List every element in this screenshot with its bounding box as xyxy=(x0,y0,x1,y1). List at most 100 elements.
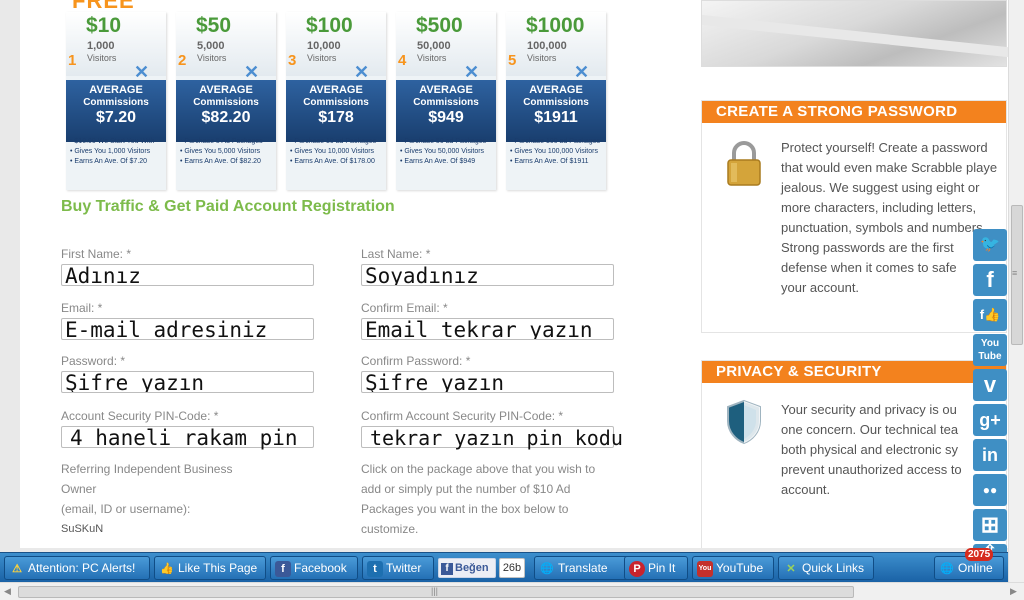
scroll-grip-icon: ≡ xyxy=(1012,268,1018,278)
package-card[interactable]: $100 3 10,000 Visitors ✕ AVERAGE Commissions $1… xyxy=(286,12,386,190)
linkedin-icon[interactable]: in xyxy=(973,439,1007,471)
package-commission-box: AVERAGE Commissions $82.20 xyxy=(176,80,276,142)
password-panel-line: jealous. We suggest using eight or xyxy=(781,180,980,195)
package-card[interactable]: $10 1 1,000 Visitors ✕ AVERAGE Commissions $7.2… xyxy=(66,12,166,190)
like-this-page-label: Like This Page xyxy=(178,561,258,575)
first-name-value: Adınız xyxy=(65,264,141,286)
package-amount: $82.20 xyxy=(201,109,251,126)
confirm-pin-field[interactable]: tekrar yazın pin kodu xyxy=(361,426,623,450)
package-number: 3 xyxy=(288,52,297,69)
youtube-icon[interactable]: You Tube xyxy=(973,334,1007,366)
package-average: AVERAGE xyxy=(199,84,253,96)
padlock-icon xyxy=(727,141,761,186)
windows-icon[interactable]: ⊞ xyxy=(973,509,1007,541)
confirm-password-label: Confirm Password: * xyxy=(361,354,471,368)
package-visitors: 50,000 xyxy=(417,40,451,52)
password-value: Şifre yazın xyxy=(65,371,205,393)
package-visitors-label: Visitors xyxy=(87,53,117,63)
package-card[interactable]: $1000 5 100,000 Visitors ✕ AVERAGE Commissions… xyxy=(506,12,606,190)
package-detail-line: Purchase 10 ad Packages xyxy=(290,137,386,147)
package-detail-line: Gives You 1,000 Visitors xyxy=(70,147,166,157)
email-value: E-mail adresiniz xyxy=(65,318,268,340)
referring-label-line: Owner xyxy=(61,482,97,496)
pin-it-button[interactable]: P Pin It xyxy=(624,556,688,580)
browser-page: FREE $10 1 1,000 Visitors ✕ AVERAGE Commission… xyxy=(0,0,1024,600)
package-details: Purchase 5 Ad PackagesGives You 5,000 Vi… xyxy=(180,137,276,167)
scroll-grip-icon: ||| xyxy=(431,586,439,596)
package-average: AVERAGE xyxy=(309,84,363,96)
scroll-right-icon[interactable]: ▶ xyxy=(1010,586,1017,597)
package-detail-line: Purchase 50 ad Packages xyxy=(400,137,496,147)
package-visitors-label: Visitors xyxy=(197,53,227,63)
package-amount: $7.20 xyxy=(95,109,137,126)
youtube-icon: You xyxy=(697,560,713,577)
package-price: $10 xyxy=(86,14,122,37)
twitter-button[interactable]: t Twitter xyxy=(362,556,434,580)
package-price: $50 xyxy=(196,14,232,37)
package-commissions: Commissions xyxy=(413,97,479,108)
twitter-icon[interactable]: 🐦 xyxy=(973,229,1007,261)
package-detail-line: Gives You 100,000 Visitors xyxy=(510,147,606,157)
package-price: $100 xyxy=(306,14,353,37)
translate-button[interactable]: 🌐 Translate xyxy=(534,556,632,580)
package-card[interactable]: $500 4 50,000 Visitors ✕ AVERAGE Commissions $9… xyxy=(396,12,496,190)
vertical-scrollbar[interactable]: ≡ xyxy=(1008,0,1024,582)
last-name-field[interactable]: Soyadınız xyxy=(361,264,614,286)
scroll-left-icon[interactable]: ◀ xyxy=(4,586,11,597)
facebook-like-icon: f xyxy=(441,563,453,575)
referring-label-line: (email, ID or username): xyxy=(61,502,191,516)
pin-label: Account Security PIN-Code: * xyxy=(61,409,219,423)
page-content: FREE $10 1 1,000 Visitors ✕ AVERAGE Commission… xyxy=(20,0,1008,548)
package-detail-line: Gives You 10,000 Visitors xyxy=(290,147,386,157)
last-name-label: Last Name: * xyxy=(361,247,431,261)
confirm-pin-label: Confirm Account Security PIN-Code: * xyxy=(361,409,564,423)
package-detail-line: Earns An Ave. Of $7.20 xyxy=(70,157,166,167)
warning-icon: ⚠ xyxy=(12,562,22,575)
email-label: Email: * xyxy=(61,301,103,315)
confirm-email-field[interactable]: Email tekrar yazın xyxy=(361,318,614,340)
package-help-line: Packages you want in the box below to xyxy=(361,502,569,516)
confirm-email-value: Email tekrar yazın xyxy=(365,318,593,340)
password-field[interactable]: Şifre yazın xyxy=(61,371,314,393)
vimeo-icon[interactable]: v xyxy=(973,369,1007,401)
package-detail-line: $10.00 We Start You With xyxy=(70,137,166,147)
package-visitors-label: Visitors xyxy=(417,53,447,63)
google-plus-icon[interactable]: g+ xyxy=(973,404,1007,436)
package-number: 5 xyxy=(508,52,517,69)
horizontal-scrollbar[interactable]: ◀ ||| ▶ xyxy=(0,582,1024,600)
package-price: $1000 xyxy=(526,14,585,37)
facebook-like-icon[interactable]: f👍 xyxy=(973,299,1007,331)
globe-icon: 🌐 xyxy=(540,562,554,575)
package-commission-box: AVERAGE Commissions $178 xyxy=(286,80,386,142)
pin-field[interactable]: 4 haneli rakam pin xyxy=(61,426,314,450)
like-this-page-button[interactable]: 👍 Like This Page xyxy=(154,556,266,580)
facebook-button[interactable]: f Facebook xyxy=(270,556,358,580)
package-help-line: Click on the package above that you wish… xyxy=(361,462,596,476)
attention-alerts-button[interactable]: ⚠ Attention: PC Alerts! xyxy=(4,556,150,580)
package-card[interactable]: $50 2 5,000 Visitors ✕ AVERAGE Commissions $82.… xyxy=(176,12,276,190)
quick-links-button[interactable]: ✕ Quick Links xyxy=(778,556,874,580)
password-panel-line: Protect yourself! Create a password xyxy=(781,140,988,155)
first-name-field[interactable]: Adınız xyxy=(61,264,314,286)
package-price: $500 xyxy=(416,14,463,37)
confirm-pin-value: tekrar yazın pin kodu xyxy=(370,426,623,450)
email-field[interactable]: E-mail adresiniz xyxy=(61,318,314,340)
package-visitors: 100,000 xyxy=(527,40,567,52)
facebook-like-widget[interactable]: f Beğen 26b xyxy=(438,558,526,578)
social-sidebar: 🐦 f f👍 You Tube v g+ in ●● ⊞ ⇪ xyxy=(973,229,1007,561)
pin-value: 4 haneli rakam pin xyxy=(70,426,298,450)
package-detail-line: Earns An Ave. Of $82.20 xyxy=(180,157,276,167)
password-panel-title: CREATE A STRONG PASSWORD xyxy=(702,101,1006,123)
package-detail-line: Gives You 50,000 Visitors xyxy=(400,147,496,157)
facebook-like-button[interactable]: f Beğen xyxy=(438,558,496,578)
package-details: Purchase 100 ad PackagesGives You 100,00… xyxy=(510,137,606,167)
facebook-icon[interactable]: f xyxy=(973,264,1007,296)
package-visitors: 10,000 xyxy=(307,40,341,52)
youtube-button[interactable]: You YouTube xyxy=(692,556,774,580)
package-visitors-label: Visitors xyxy=(527,53,557,63)
package-number: 2 xyxy=(178,52,187,69)
flickr-icon[interactable]: ●● xyxy=(973,474,1007,506)
privacy-panel: PRIVACY & SECURITY Your security and pri… xyxy=(701,360,1007,548)
package-average: AVERAGE xyxy=(529,84,583,96)
confirm-password-field[interactable]: Şifre yazın xyxy=(361,371,614,393)
